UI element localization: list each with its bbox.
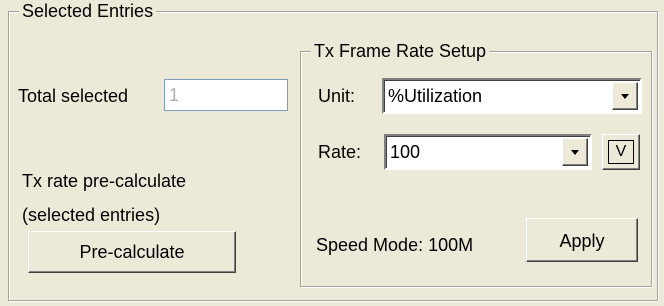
precalc-label-line1: Tx rate pre-calculate <box>22 171 187 191</box>
precalc-label-line2: (selected entries) <box>22 205 161 225</box>
tx-frame-rate-title: Tx Frame Rate Setup <box>311 41 490 61</box>
rate-label: Rate: <box>318 142 362 162</box>
rate-select-value: 100 <box>390 142 421 162</box>
unit-select[interactable]: %Utilization <box>382 78 642 114</box>
speed-mode-text: Speed Mode: 100M <box>316 235 474 255</box>
rate-dropdown-button[interactable] <box>562 138 588 166</box>
selected-entries-title: Selected Entries <box>19 1 157 21</box>
total-selected-label: Total selected <box>18 86 129 106</box>
unit-label: Unit: <box>318 86 356 106</box>
rate-select[interactable]: 100 <box>384 134 592 170</box>
unit-select-value: %Utilization <box>388 86 483 106</box>
total-selected-field[interactable]: 1 <box>164 79 288 111</box>
apply-button[interactable]: Apply <box>526 218 638 262</box>
precalculate-button[interactable]: Pre-calculate <box>28 231 236 273</box>
chevron-down-icon <box>621 94 629 99</box>
validate-button[interactable]: V <box>602 134 640 170</box>
validate-button-label: V <box>608 140 634 164</box>
unit-dropdown-button[interactable] <box>612 82 638 110</box>
chevron-down-icon <box>571 150 579 155</box>
